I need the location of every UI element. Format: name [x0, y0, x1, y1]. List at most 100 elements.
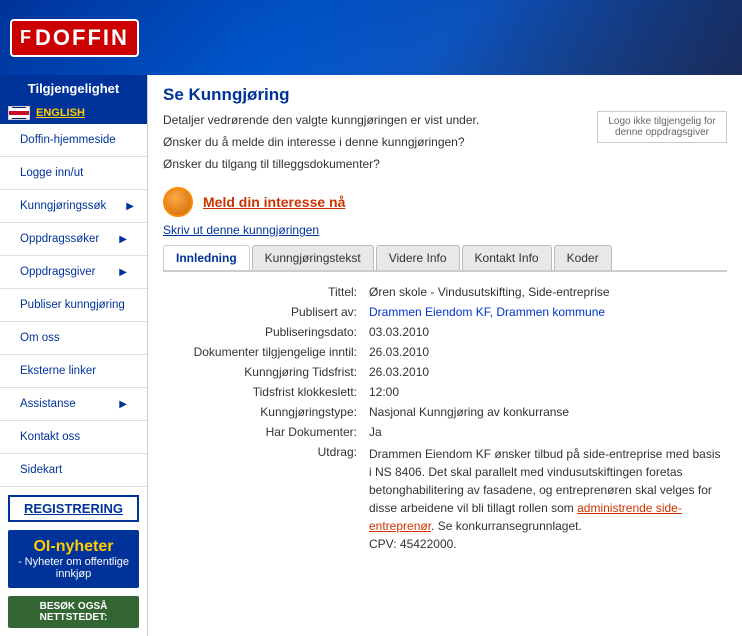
tab-kontakt-info[interactable]: Kontakt Info	[462, 245, 552, 270]
field-value: 03.03.2010	[363, 322, 727, 342]
sidebar-label: Doffin-hjemmeside	[10, 129, 126, 151]
sidebar-label: Publiser kunngjøring	[10, 294, 135, 316]
sidebar-item-om-oss[interactable]: Om oss	[0, 322, 147, 355]
print-link[interactable]: Skriv ut denne kunngjøringen	[163, 223, 727, 237]
sidebar-label: Kunngjøringssøk	[10, 195, 116, 217]
field-label: Publisert av:	[163, 302, 363, 322]
sidebar-link-sidekart[interactable]: Sidekart	[0, 454, 147, 486]
sidebar-item-oppdragsoker[interactable]: Oppdragssøker ▶	[0, 223, 147, 256]
field-label: Tidsfrist klokkeslett:	[163, 382, 363, 402]
sidebar-label: Kontakt oss	[10, 426, 90, 448]
meld-interest-link[interactable]: Meld din interesse nå	[203, 194, 345, 210]
table-row: Dokumenter tilgjengelige inntil: 26.03.2…	[163, 342, 727, 362]
sidebar-label: Oppdragssøker	[10, 228, 109, 250]
registrering-link[interactable]: REGISTRERING	[24, 501, 123, 516]
logo-placeholder: Logo ikke tilgjengelig for denne oppdrag…	[597, 111, 727, 143]
chevron-right-icon: ▶	[109, 262, 137, 283]
sidebar-label: Oppdragsgiver	[10, 261, 105, 283]
field-value: Nasjonal Kunngjøring av konkurranse	[363, 402, 727, 422]
sidebar-link-kunngjoring-sok[interactable]: Kunngjøringssøk ▶	[0, 190, 147, 222]
uk-flag-icon	[8, 106, 30, 120]
table-row: Kunngjøring Tidsfrist: 26.03.2010	[163, 362, 727, 382]
field-value: Drammen Eiendom KF, Drammen kommune	[363, 302, 727, 322]
sidebar-link-assistanse[interactable]: Assistanse ▶	[0, 388, 147, 420]
tab-koder[interactable]: Koder	[554, 245, 612, 270]
field-value: Øren skole - Vindusutskifting, Side-entr…	[363, 282, 727, 302]
intro-line3: Ønsker du tilgang til tilleggsdokumenter…	[163, 155, 587, 173]
logo-text: DOFFIN	[35, 25, 129, 51]
interest-row: Meld din interesse nå	[163, 187, 727, 217]
field-value-excerpt: Drammen Eiendom KF ønsker tilbud på side…	[363, 442, 727, 556]
field-label: Tittel:	[163, 282, 363, 302]
sidebar-item-kunngjoring-sok[interactable]: Kunngjøringssøk ▶	[0, 190, 147, 223]
table-row: Har Dokumenter: Ja	[163, 422, 727, 442]
oi-nyheter-box: OI-nyheter - Nyheter om offentlige innkj…	[8, 530, 139, 588]
tabs-row: Innledning Kunngjøringstekst Videre Info…	[163, 245, 727, 272]
sidebar-item-sidekart[interactable]: Sidekart	[0, 454, 147, 487]
besok-box[interactable]: BESØK OGSÅ NETTSTEDET:	[8, 596, 139, 628]
sidebar-item-kontakt[interactable]: Kontakt oss	[0, 421, 147, 454]
sidebar-label: Sidekart	[10, 459, 72, 481]
field-label: Dokumenter tilgjengelige inntil:	[163, 342, 363, 362]
table-row: Publisert av: Drammen Eiendom KF, Dramme…	[163, 302, 727, 322]
table-row: Tidsfrist klokkeslett: 12:00	[163, 382, 727, 402]
sidebar-label: Logge inn/ut	[10, 162, 93, 184]
publisert-av-link[interactable]: Drammen Eiendom KF, Drammen kommune	[369, 305, 605, 319]
language-bar: ENGLISH	[0, 102, 147, 124]
tab-innledning[interactable]: Innledning	[163, 245, 250, 270]
oi-nyheter-subtitle: - Nyheter om offentlige innkjøp	[12, 556, 135, 580]
field-value: 26.03.2010	[363, 362, 727, 382]
header-bg	[242, 0, 742, 75]
oi-nyheter-title: OI-nyheter	[12, 538, 135, 556]
logo[interactable]: F DOFFIN	[10, 19, 139, 57]
english-link[interactable]: ENGLISH	[36, 107, 85, 119]
sidebar-link-publiser[interactable]: Publiser kunngjøring	[0, 289, 147, 321]
sidebar-link-kontakt[interactable]: Kontakt oss	[0, 421, 147, 453]
page-title: Se Kunngjøring	[163, 85, 727, 105]
tab-kunngjoringstekst[interactable]: Kunngjøringstekst	[252, 245, 374, 270]
main-content: Se Kunngjøring Detaljer vedrørende den v…	[148, 75, 742, 636]
sidebar-label: Om oss	[10, 327, 70, 349]
field-label: Publiseringsdato:	[163, 322, 363, 342]
chevron-right-icon: ▶	[109, 229, 137, 250]
header: F DOFFIN	[0, 0, 742, 75]
orange-icon	[163, 187, 193, 217]
table-row: Kunngjøringstype: Nasjonal Kunngjøring a…	[163, 402, 727, 422]
registrering-box: REGISTRERING	[8, 495, 139, 522]
excerpt-link[interactable]: administrende side-entreprenør	[369, 501, 682, 533]
intro-line2: Ønsker du å melde din interesse i denne …	[163, 133, 587, 151]
tab-videre-info[interactable]: Videre Info	[376, 245, 460, 270]
sidebar-item-oppdragsgiver[interactable]: Oppdragsgiver ▶	[0, 256, 147, 289]
logo-icon: F	[20, 27, 31, 48]
field-value: 26.03.2010	[363, 342, 727, 362]
sidebar-label: Assistanse	[10, 393, 86, 415]
sidebar-item-assistanse[interactable]: Assistanse ▶	[0, 388, 147, 421]
field-value: Ja	[363, 422, 727, 442]
chevron-right-icon: ▶	[109, 394, 137, 415]
sidebar-link-oppdragsgiver[interactable]: Oppdragsgiver ▶	[0, 256, 147, 288]
sidebar-item-logg-inn[interactable]: Logge inn/ut	[0, 157, 147, 190]
sidebar-link-externe[interactable]: Eksterne linker	[0, 355, 147, 387]
sidebar-header: Tilgjengelighet	[0, 75, 147, 102]
sidebar-link-logg-inn[interactable]: Logge inn/ut	[0, 157, 147, 189]
table-row: Tittel: Øren skole - Vindusutskifting, S…	[163, 282, 727, 302]
chevron-right-icon: ▶	[116, 196, 144, 217]
excerpt-text: Drammen Eiendom KF ønsker tilbud på side…	[369, 445, 721, 553]
field-label: Kunngjøring Tidsfrist:	[163, 362, 363, 382]
field-label: Utdrag:	[163, 442, 363, 556]
table-row-excerpt: Utdrag: Drammen Eiendom KF ønsker tilbud…	[163, 442, 727, 556]
sidebar-item-publiser[interactable]: Publiser kunngjøring	[0, 289, 147, 322]
sidebar: Tilgjengelighet ENGLISH Doffin-hjemmesid…	[0, 75, 148, 636]
field-value: 12:00	[363, 382, 727, 402]
field-label: Har Dokumenter:	[163, 422, 363, 442]
sidebar-item-externe[interactable]: Eksterne linker	[0, 355, 147, 388]
sidebar-link-om-oss[interactable]: Om oss	[0, 322, 147, 354]
sidebar-item-doffin-home[interactable]: Doffin-hjemmeside	[0, 124, 147, 157]
layout: Tilgjengelighet ENGLISH Doffin-hjemmesid…	[0, 75, 742, 636]
sidebar-label: Eksterne linker	[10, 360, 106, 382]
sidebar-link-doffin-home[interactable]: Doffin-hjemmeside	[0, 124, 147, 156]
sidebar-link-oppdragsoker[interactable]: Oppdragssøker ▶	[0, 223, 147, 255]
table-row: Publiseringsdato: 03.03.2010	[163, 322, 727, 342]
detail-table: Tittel: Øren skole - Vindusutskifting, S…	[163, 282, 727, 556]
field-label: Kunngjøringstype:	[163, 402, 363, 422]
